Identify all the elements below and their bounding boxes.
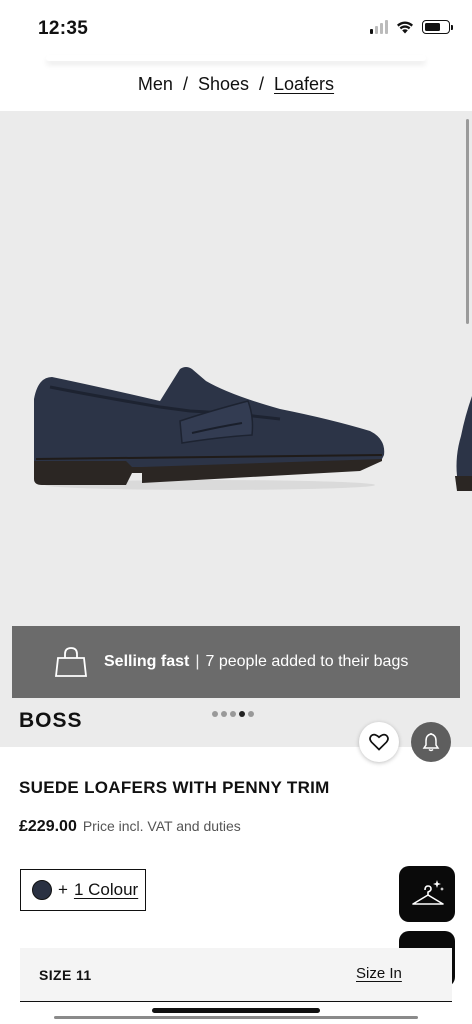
banner-title: Selling fast [104, 653, 190, 670]
next-product-image [455, 396, 472, 491]
size-guide-link[interactable]: Size In [356, 965, 402, 982]
breadcrumb: Men / Shoes / Loafers [0, 74, 472, 95]
notify-button[interactable] [411, 722, 451, 762]
heart-icon [369, 733, 389, 751]
shopping-bag-icon [54, 647, 88, 677]
size-label: SIZE 11 [39, 966, 92, 983]
carousel-dot[interactable] [212, 711, 218, 717]
breadcrumb-separator: / [182, 74, 188, 94]
product-title: SUEDE LOAFERS WITH PENNY TRIM [19, 778, 330, 797]
wifi-icon [397, 21, 413, 34]
colour-link[interactable]: 1 Colour [74, 880, 138, 900]
carousel-dot[interactable] [221, 711, 227, 717]
home-indicator[interactable] [152, 1008, 320, 1013]
banner-separator: | [195, 653, 200, 670]
carousel-dot[interactable] [248, 711, 254, 717]
brand-logo: BOSS [19, 709, 83, 732]
breadcrumb-separator: / [259, 74, 265, 94]
page-bottom-line [54, 1016, 418, 1019]
wishlist-button[interactable] [359, 722, 399, 762]
colour-selector[interactable]: + 1 Colour [20, 869, 146, 911]
banner-text: 7 people added to their bags [205, 653, 409, 670]
breadcrumb-men[interactable]: Men [138, 74, 173, 94]
status-time: 12:35 [38, 18, 89, 39]
breadcrumb-loafers[interactable]: Loafers [274, 74, 334, 94]
colour-swatch[interactable] [32, 880, 52, 900]
product-image-carousel[interactable]: Selling fast | 7 people added to their b… [0, 111, 472, 747]
colour-prefix: + [58, 880, 68, 899]
battery-icon [422, 20, 453, 34]
scrollbar[interactable] [466, 119, 469, 324]
carousel-dot-active[interactable] [239, 711, 245, 717]
header-shadow [46, 55, 426, 61]
cellular-signal-icon [370, 20, 388, 34]
bell-icon [422, 733, 440, 752]
product-price: £229.00 [19, 818, 77, 835]
price-note: Price incl. VAT and duties [82, 818, 241, 834]
hanger-sparkle-icon [412, 880, 444, 905]
carousel-dot[interactable] [230, 711, 236, 717]
product-image [34, 367, 385, 490]
status-bar: 12:35 [0, 0, 472, 58]
status-icons [370, 20, 453, 34]
price-row: £229.00 Price incl. VAT and duties [19, 818, 241, 836]
carousel-indicator [212, 711, 254, 717]
size-selector[interactable]: SIZE 11 Size In [20, 948, 452, 1002]
selling-fast-banner: Selling fast | 7 people added to their b… [12, 626, 460, 698]
stylist-button[interactable] [399, 866, 455, 922]
breadcrumb-shoes[interactable]: Shoes [198, 74, 249, 94]
